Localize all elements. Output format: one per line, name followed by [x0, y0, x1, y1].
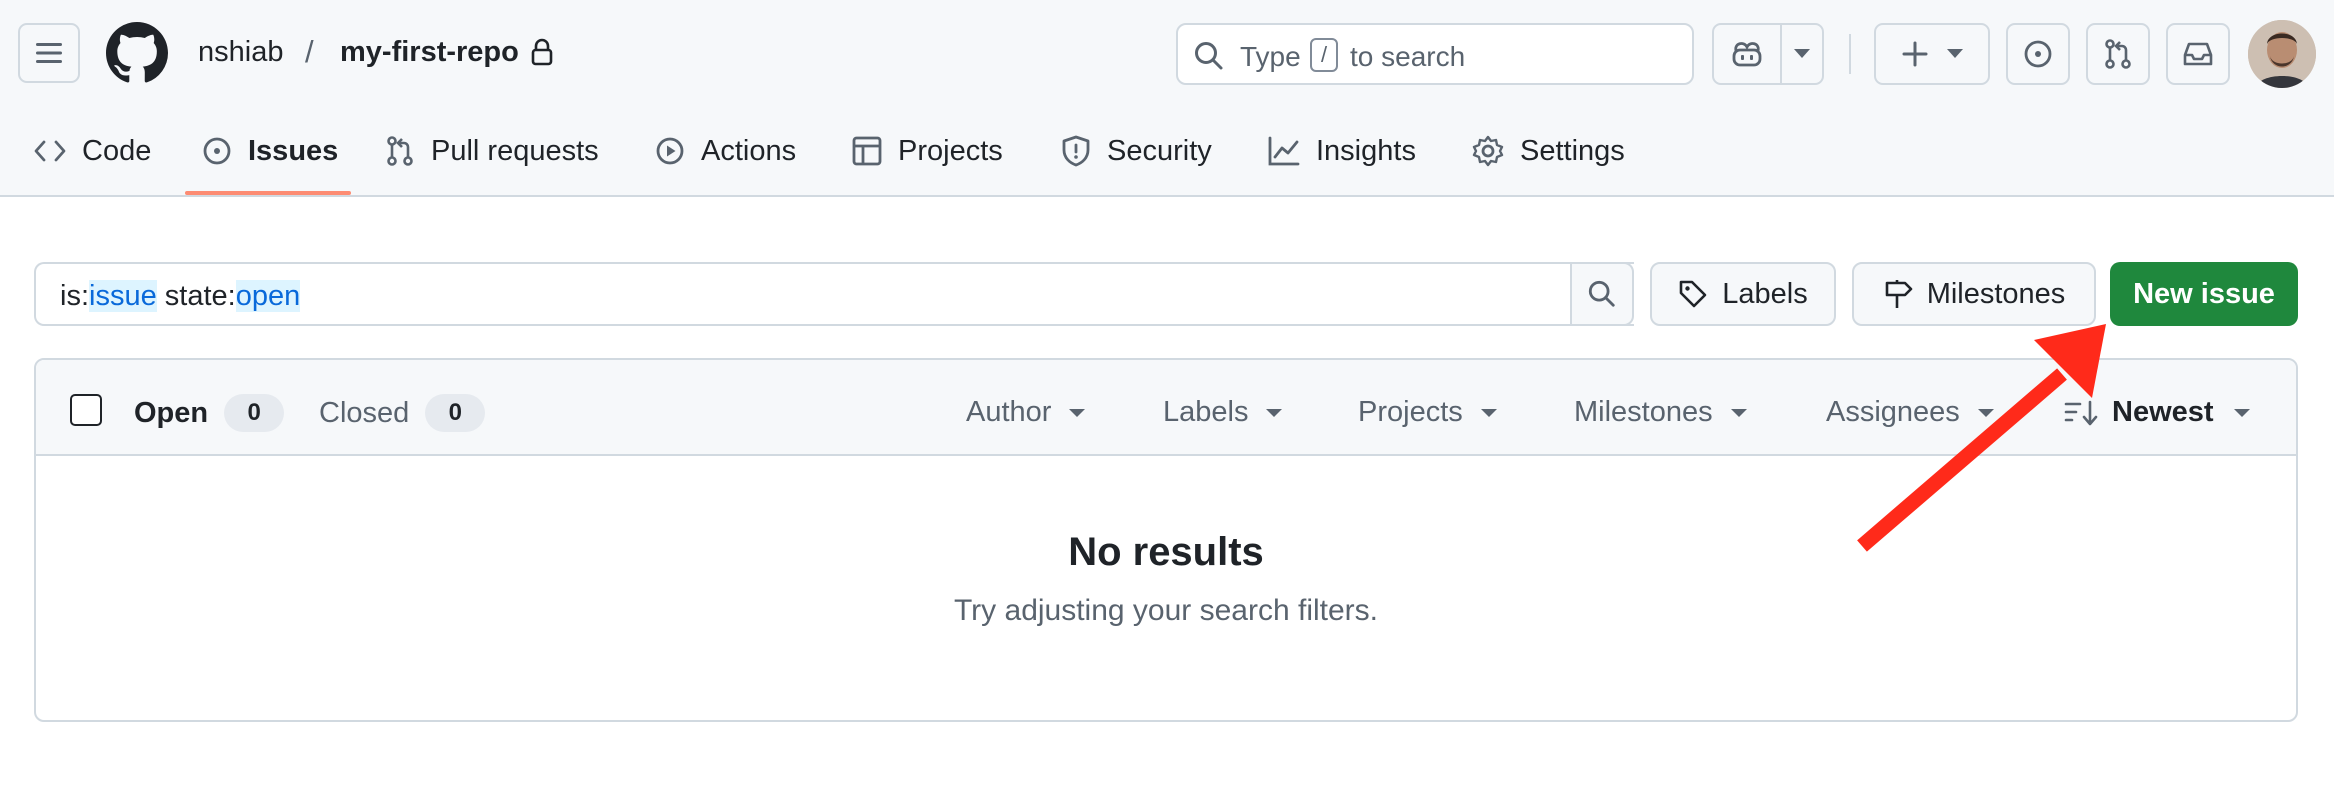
breadcrumb-owner[interactable]: nshiab	[198, 36, 283, 69]
issues-list-header: Open 0 Closed 0 Author Labels Projects M…	[36, 360, 2296, 456]
filter-value-open: open	[235, 280, 301, 312]
graph-icon	[1268, 136, 1300, 166]
header-divider	[1849, 34, 1851, 74]
sort-label: Newest	[2112, 396, 2214, 428]
chevron-down-icon	[1730, 408, 1747, 417]
avatar[interactable]	[2248, 20, 2316, 88]
closed-count-badge: 0	[425, 394, 486, 432]
assignees-filter-dropdown[interactable]: Assignees	[1826, 396, 1994, 429]
gear-icon	[1472, 135, 1504, 167]
tab-security[interactable]: Security	[1061, 128, 1212, 174]
menu-button[interactable]	[18, 23, 80, 83]
app-header: nshiab / my-first-repo Type / to search	[0, 0, 2334, 197]
tab-settings-label: Settings	[1520, 134, 1625, 167]
tab-pull-requests-label: Pull requests	[431, 134, 599, 167]
open-count-badge: 0	[224, 394, 285, 432]
filter-key-is: is:	[60, 280, 89, 312]
table-icon	[852, 136, 882, 166]
open-issues-tab[interactable]: Open 0	[134, 394, 285, 432]
assignees-filter-label: Assignees	[1826, 396, 1960, 428]
git-pull-request-icon	[2105, 39, 2131, 69]
search-placeholder-prefix: Type	[1240, 41, 1301, 72]
tab-insights[interactable]: Insights	[1268, 128, 1416, 174]
empty-state-hint: Try adjusting your search filters.	[953, 594, 1379, 627]
active-tab-underline	[185, 191, 351, 195]
milestones-filter-dropdown[interactable]: Milestones	[1574, 396, 1747, 429]
create-new-button[interactable]	[1874, 23, 1990, 85]
issue-opened-icon	[203, 137, 231, 165]
breadcrumb-repo[interactable]: my-first-repo	[340, 36, 519, 69]
your-pull-requests-button[interactable]	[2086, 23, 2150, 85]
author-filter-dropdown[interactable]: Author	[966, 396, 1086, 429]
open-label: Open	[134, 396, 209, 429]
select-all-checkbox[interactable]	[70, 394, 102, 426]
chevron-down-icon	[1977, 408, 1994, 417]
tab-insights-label: Insights	[1316, 134, 1416, 167]
issues-filter-input[interactable]: is:issue state:open	[34, 262, 1634, 326]
issues-list: Open 0 Closed 0 Author Labels Projects M…	[34, 358, 2298, 722]
tab-actions[interactable]: Actions	[655, 128, 796, 174]
chevron-down-icon	[1069, 408, 1086, 417]
copilot-icon	[1732, 42, 1762, 67]
chevron-down-icon	[1266, 408, 1283, 417]
filter-key-state: state:	[156, 280, 236, 312]
milestones-filter-label: Milestones	[1574, 396, 1713, 428]
tab-projects[interactable]: Projects	[852, 128, 1003, 174]
code-icon	[34, 140, 66, 162]
projects-filter-label: Projects	[1358, 396, 1463, 428]
closed-issues-tab[interactable]: Closed 0	[319, 394, 486, 432]
closed-label: Closed	[319, 396, 410, 429]
labels-filter-dropdown[interactable]: Labels	[1163, 396, 1283, 429]
copilot-button[interactable]	[1712, 23, 1824, 85]
tab-code[interactable]: Code	[34, 128, 151, 174]
labels-filter-label: Labels	[1163, 396, 1249, 428]
author-filter-label: Author	[966, 396, 1052, 428]
copilot-divider	[1780, 25, 1782, 83]
inbox-button[interactable]	[2166, 23, 2230, 85]
milestones-button-label: Milestones	[1926, 277, 2066, 310]
search-icon	[1195, 42, 1223, 70]
chevron-down-icon[interactable]	[1794, 49, 1810, 59]
empty-state-title: No results	[1068, 530, 1264, 574]
new-issue-button[interactable]: New issue	[2110, 262, 2298, 326]
filter-search-button[interactable]	[1570, 262, 1634, 326]
inbox-icon	[2183, 42, 2213, 66]
issue-opened-icon	[2024, 40, 2052, 68]
github-logo-icon[interactable]	[106, 22, 168, 84]
filter-query: is:issue state:open	[60, 280, 301, 313]
tab-code-label: Code	[82, 134, 152, 167]
chevron-down-icon	[1480, 408, 1497, 417]
tag-icon	[1679, 280, 1707, 308]
search-icon	[1588, 280, 1615, 307]
labels-button-label: Labels	[1722, 277, 1808, 310]
tab-actions-label: Actions	[701, 134, 797, 167]
tab-issues-label: Issues	[248, 134, 339, 167]
tab-issues[interactable]: Issues	[202, 128, 338, 174]
chevron-down-icon	[2233, 408, 2250, 417]
projects-filter-dropdown[interactable]: Projects	[1358, 396, 1497, 429]
search-shortcut-key: /	[1310, 38, 1338, 72]
sort-dropdown[interactable]: Newest	[2064, 396, 2250, 429]
plus-icon	[1902, 41, 1928, 67]
sort-desc-icon	[2064, 400, 2098, 425]
your-issues-button[interactable]	[2006, 23, 2070, 85]
hamburger-icon	[36, 43, 62, 63]
git-pull-request-icon	[387, 136, 413, 166]
breadcrumb-separator: /	[305, 34, 314, 69]
tab-projects-label: Projects	[898, 134, 1003, 167]
chevron-down-icon	[1947, 49, 1963, 58]
shield-icon	[1062, 135, 1090, 167]
tab-pull-requests[interactable]: Pull requests	[385, 128, 599, 174]
global-search-input[interactable]: Type / to search	[1176, 23, 1694, 85]
play-icon	[656, 137, 684, 165]
labels-button[interactable]: Labels	[1650, 262, 1836, 326]
tab-security-label: Security	[1107, 134, 1212, 167]
milestone-icon	[1885, 280, 1912, 308]
filter-value-issue: issue	[89, 280, 157, 312]
lock-icon	[531, 38, 553, 66]
search-placeholder-suffix: to search	[1350, 41, 1466, 72]
milestones-button[interactable]: Milestones	[1852, 262, 2096, 326]
avatar-image	[2248, 20, 2316, 88]
tab-settings[interactable]: Settings	[1472, 128, 1625, 174]
